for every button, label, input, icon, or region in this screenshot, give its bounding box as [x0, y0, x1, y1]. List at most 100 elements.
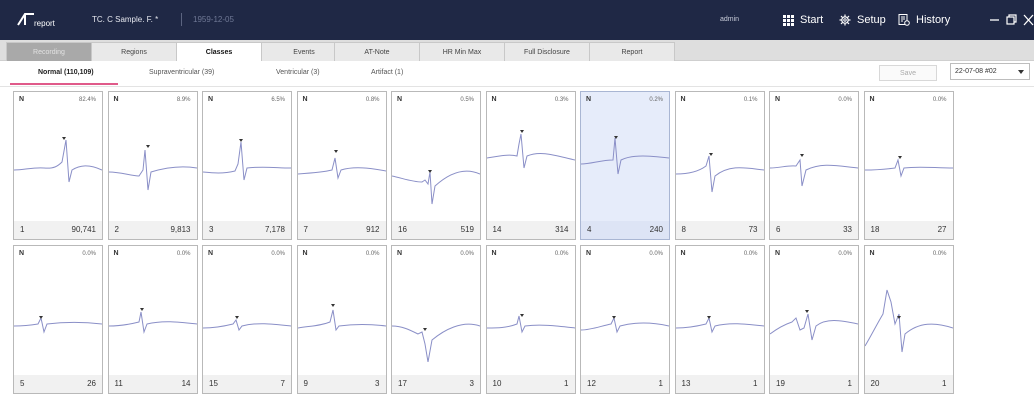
- beat-marker-icon: [706, 316, 711, 319]
- class-percentage: 0.0%: [743, 251, 758, 257]
- card-footer: 8 73: [675, 221, 764, 239]
- class-id: 1: [20, 225, 25, 234]
- card-footer: 93: [297, 375, 386, 393]
- subtab-supraventricular[interactable]: Supraventricular (39): [149, 69, 214, 76]
- tab-report[interactable]: Report: [589, 42, 675, 61]
- patient-name: TC. C Sample. F. *: [92, 15, 159, 24]
- class-card[interactable]: N 0.0% 10 1: [485, 245, 576, 394]
- beat-type-label: N: [775, 250, 781, 257]
- history-button[interactable]: History: [898, 11, 950, 29]
- class-card[interactable]: N 8.9% 2 9,813: [107, 91, 198, 240]
- class-card[interactable]: N 0.2% 4 240: [580, 91, 670, 240]
- class-id: 8: [681, 225, 686, 234]
- beat-marker-icon: [800, 154, 804, 157]
- app-header: report TC. C Sample. F. * 1959-12-05 adm…: [0, 0, 1034, 40]
- chevron-down-icon: [1018, 70, 1024, 74]
- beat-type-label: N: [586, 250, 592, 257]
- class-card[interactable]: N 0.0% 17 3: [391, 245, 481, 394]
- beat-marker-icon: [612, 316, 616, 319]
- beat-type-label: N: [397, 250, 403, 257]
- subtab-artifact[interactable]: Artifact (1): [371, 69, 403, 76]
- beat-marker-icon: [235, 316, 239, 319]
- class-card[interactable]: N 0.1% 8 73: [674, 91, 765, 240]
- beat-count: 1: [847, 379, 852, 388]
- ecg-waveform: [581, 316, 669, 334]
- class-card[interactable]: N 0.3% 14 314: [485, 91, 576, 240]
- class-card[interactable]: N 0.5% 16 519: [391, 91, 481, 240]
- card-footer: 7 912: [297, 221, 386, 239]
- class-card[interactable]: N 0.0% 11 14: [107, 245, 198, 394]
- card-footer: 19 1: [770, 375, 858, 393]
- gear-icon: [839, 14, 851, 26]
- beat-count: 3: [469, 379, 474, 388]
- beat-type-label: N: [302, 250, 308, 257]
- beat-marker-icon: [519, 314, 524, 317]
- beat-marker-icon: [145, 145, 150, 148]
- close-icon[interactable]: [1021, 11, 1034, 29]
- card-footer: 3 7,178: [203, 221, 291, 239]
- card-footer: 17 3: [392, 375, 480, 393]
- class-id: 17: [398, 379, 407, 388]
- tab-regions[interactable]: Regions: [91, 42, 177, 61]
- subtab-normal[interactable]: Normal (110,109): [38, 69, 94, 76]
- class-card[interactable]: N 0.0% 18 27: [863, 91, 954, 240]
- beat-type-label: N: [208, 96, 214, 103]
- tab-hr-min-max[interactable]: HR Min Max: [419, 42, 505, 61]
- class-card[interactable]: N 0.0% 5 26: [13, 245, 103, 394]
- beat-marker-icon: [139, 308, 144, 311]
- start-button[interactable]: Start: [783, 11, 823, 29]
- beat-count: 27: [937, 225, 947, 234]
- class-id: 13: [681, 379, 691, 388]
- class-card[interactable]: N 0.0% 20 1: [863, 245, 954, 394]
- history-icon: [898, 14, 910, 26]
- card-footer: 11 14: [108, 375, 197, 393]
- grid-icon: [783, 14, 794, 26]
- active-subtab-indicator: [10, 83, 118, 85]
- user-name: admin: [720, 16, 740, 23]
- ecg-waveform: [203, 139, 291, 181]
- ecg-waveform: [108, 145, 197, 191]
- tab-full-disclosure[interactable]: Full Disclosure: [504, 42, 590, 61]
- class-percentage: 0.0%: [649, 251, 663, 257]
- restore-icon[interactable]: [1004, 11, 1020, 29]
- class-card[interactable]: N 0.8% 7 912: [296, 91, 387, 240]
- class-percentage: 0.0%: [554, 251, 569, 257]
- header-divider: [181, 13, 182, 26]
- ecg-waveform: [14, 137, 102, 183]
- card-footer: 12 1: [581, 375, 669, 393]
- card-footer: 20 1: [864, 375, 953, 393]
- class-id: 12: [587, 379, 596, 388]
- ecg-waveform: [675, 153, 764, 193]
- tab-recording[interactable]: Recording: [6, 42, 92, 61]
- card-footer: 13 1: [675, 375, 764, 393]
- subtab-ventricular[interactable]: Ventricular (3): [276, 69, 320, 76]
- card-footer: 5 26: [14, 375, 102, 393]
- class-card[interactable]: N 0.0% 12 1: [580, 245, 670, 394]
- setup-button[interactable]: Setup: [839, 11, 886, 29]
- card-footer: 1 90,741: [14, 221, 102, 239]
- class-id: 6: [776, 225, 781, 234]
- class-card[interactable]: N 0.0% 6 33: [769, 91, 859, 240]
- class-card[interactable]: N 0.0% 19 1: [769, 245, 859, 394]
- class-percentage: 0.0%: [460, 251, 474, 257]
- beat-marker-icon: [428, 170, 432, 173]
- beat-count: 14: [181, 379, 191, 388]
- class-card[interactable]: N 0.0% 9 3: [296, 245, 387, 394]
- class-percentage: 0.0%: [838, 251, 852, 257]
- save-button[interactable]: Save: [879, 65, 937, 81]
- class-id: 16: [398, 225, 407, 234]
- beat-marker-icon: [239, 139, 243, 142]
- class-card[interactable]: N 82.4% 1 90,741: [13, 91, 103, 240]
- class-card[interactable]: N 0.0% 15 7: [202, 245, 292, 394]
- tab-classes[interactable]: Classes: [176, 42, 262, 62]
- class-card[interactable]: N 6.5% 3 7,178: [202, 91, 292, 240]
- ecg-waveform: [392, 323, 480, 362]
- minimize-icon[interactable]: [987, 11, 1003, 29]
- ecg-waveform: [108, 308, 197, 334]
- beat-type-label: N: [113, 250, 119, 257]
- recording-date-select[interactable]: 22-07-08 #02: [950, 63, 1030, 80]
- card-footer: 2 9,813: [108, 221, 197, 239]
- class-percentage: 0.0%: [932, 251, 947, 257]
- tab-at-note[interactable]: AT-Note: [334, 42, 420, 61]
- class-card[interactable]: N 0.0% 13 1: [674, 245, 765, 394]
